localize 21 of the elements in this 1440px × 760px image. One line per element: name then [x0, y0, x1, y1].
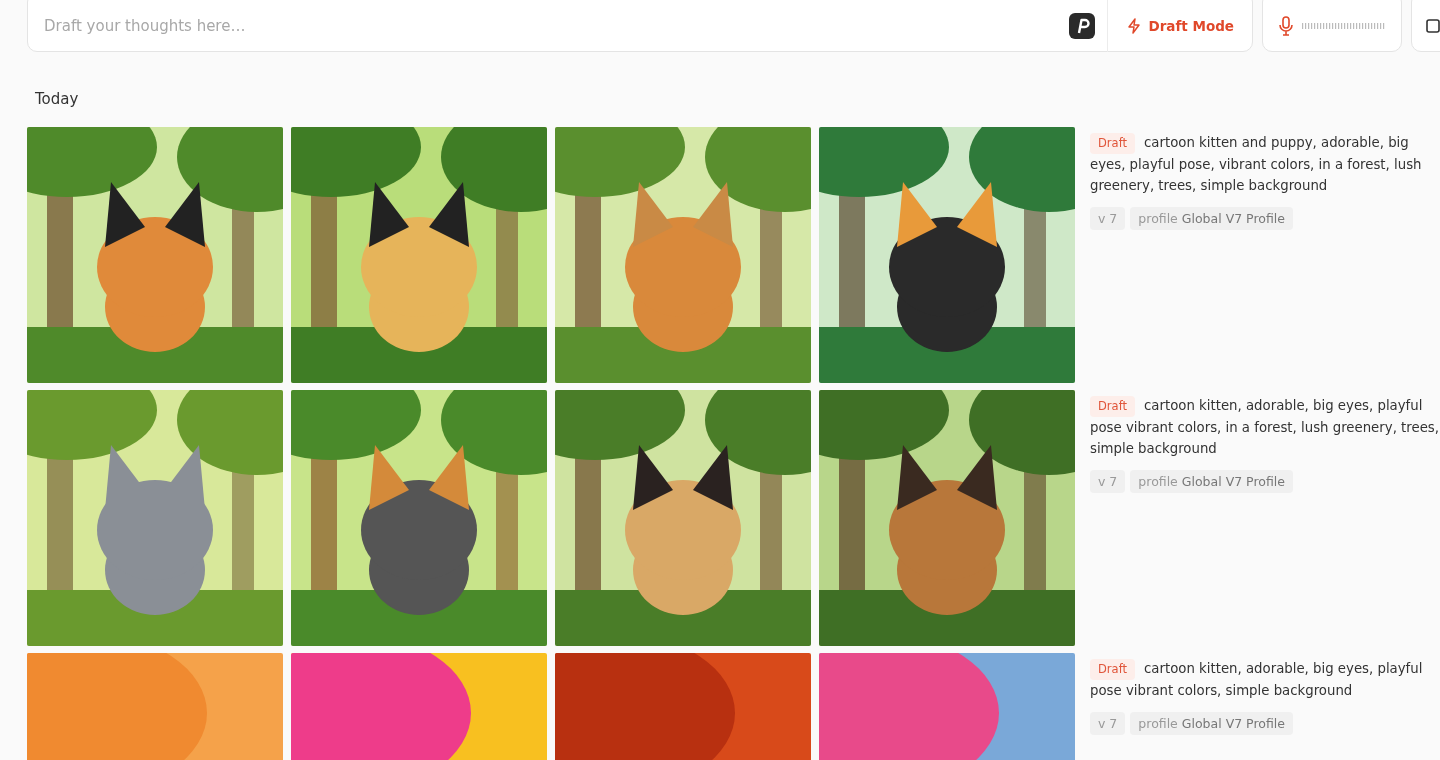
- prompt-input[interactable]: Draft your thoughts here…: [28, 0, 1058, 46]
- profile-tag: profile Global V7 Profile: [1130, 207, 1293, 230]
- draft-mode-button[interactable]: Draft Mode: [1107, 0, 1252, 52]
- prompt-field[interactable]: Draft your thoughts here… Draft Mode: [27, 0, 1253, 52]
- square-icon: [1426, 19, 1440, 33]
- profile-tag: profile Global V7 Profile: [1130, 470, 1293, 493]
- draft-tag: Draft: [1090, 133, 1135, 154]
- profile-tag: profile Global V7 Profile: [1130, 712, 1293, 735]
- lightning-icon: [1126, 18, 1143, 34]
- waveform-icon: [1302, 21, 1386, 31]
- version-tag: v 7: [1090, 712, 1126, 735]
- prompt-text: Draft cartoon kitten, adorable, big eyes, playful pose vibrant colors, simple background: [1090, 658, 1424, 700]
- draft-tag: Draft: [1090, 396, 1135, 417]
- version-tag: v 7: [1090, 207, 1126, 230]
- microphone-icon: [1278, 16, 1294, 36]
- letter-p-icon[interactable]: [1069, 13, 1096, 39]
- draft-tag: Draft: [1090, 659, 1135, 680]
- section-heading: Today: [35, 89, 80, 110]
- prompt-text: Draft cartoon kitten and puppy, adorable, big eyes, playful pose, vibrant colors, in a forest, lush greenery, trees, simple background: [1090, 132, 1423, 195]
- version-tag: v 7: [1090, 470, 1126, 493]
- prompt-text: Draft cartoon kitten, adorable, big eyes, playful pose vibrant colors, in a forest, lush greenery, trees, simple background: [1090, 395, 1440, 458]
